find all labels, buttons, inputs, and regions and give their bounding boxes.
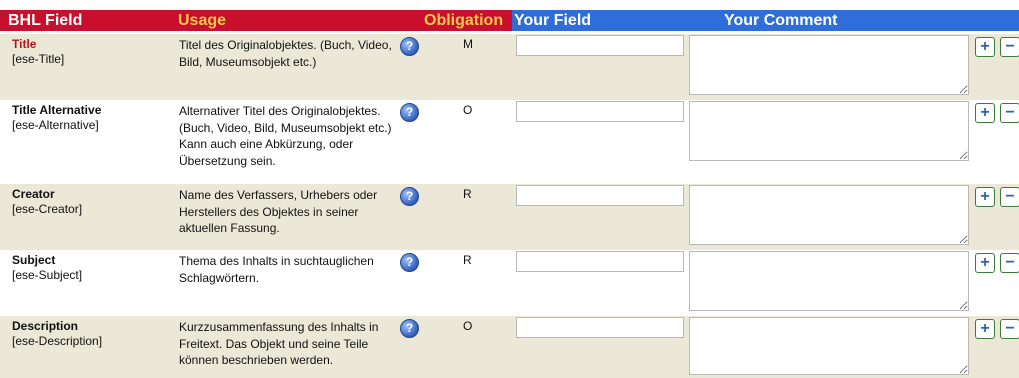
- obligation-value: R: [463, 253, 472, 267]
- field-code: [ese-Alternative]: [12, 118, 99, 132]
- obligation-value: O: [463, 319, 473, 333]
- minus-icon[interactable]: −: [1000, 319, 1019, 339]
- your-field-input[interactable]: [516, 101, 684, 122]
- header-your-field: Your Field: [514, 12, 592, 29]
- minus-icon[interactable]: −: [1000, 187, 1019, 207]
- usage-text: Name des Verfassers, Urhebers oder Herst…: [179, 188, 378, 235]
- question-icon[interactable]: ?: [400, 103, 419, 122]
- obligation-value: R: [463, 187, 472, 201]
- plus-icon[interactable]: +: [975, 253, 995, 273]
- question-icon[interactable]: ?: [400, 253, 419, 272]
- usage-text: Kurzzusammenfassung des Inhalts in Freit…: [179, 320, 379, 367]
- usage-text: Thema des Inhalts in suchtauglichen Schl…: [179, 254, 374, 285]
- your-field-input[interactable]: [516, 317, 684, 338]
- table-row: Description [ese-Description] Kurzzusamm…: [0, 316, 1019, 378]
- table-row: Title Alternative [ese-Alternative] Alte…: [0, 100, 1019, 184]
- field-code: [ese-Title]: [12, 52, 65, 66]
- field-name: Title Alternative: [12, 103, 102, 117]
- field-code: [ese-Description]: [12, 334, 103, 348]
- question-icon[interactable]: ?: [400, 37, 419, 56]
- header-obligation: Obligation: [424, 12, 504, 29]
- your-comment-input[interactable]: [689, 317, 969, 375]
- minus-icon[interactable]: −: [1000, 103, 1019, 123]
- your-comment-input[interactable]: [689, 35, 969, 95]
- usage-text: Titel des Originalobjektes. (Buch, Video…: [179, 38, 392, 69]
- field-code: [ese-Creator]: [12, 202, 83, 216]
- field-name: Creator: [12, 187, 55, 201]
- plus-icon[interactable]: +: [975, 103, 995, 123]
- field-name: Description: [12, 319, 79, 333]
- field-name: Title: [12, 37, 37, 51]
- minus-icon[interactable]: −: [1000, 37, 1019, 57]
- usage-text: Alternativer Titel des Originalobjektes.…: [179, 104, 392, 168]
- plus-icon[interactable]: +: [975, 319, 995, 339]
- field-name: Subject: [12, 253, 56, 267]
- field-code: [ese-Subject]: [12, 268, 83, 282]
- obligation-value: M: [463, 37, 473, 51]
- your-comment-input[interactable]: [689, 185, 969, 245]
- question-icon[interactable]: ?: [400, 187, 419, 206]
- plus-icon[interactable]: +: [975, 187, 995, 207]
- table-row: Title [ese-Title] Titel des Originalobje…: [0, 34, 1019, 100]
- your-comment-input[interactable]: [689, 101, 969, 161]
- your-comment-input[interactable]: [689, 251, 969, 311]
- header-usage: Usage: [178, 12, 227, 29]
- your-field-input[interactable]: [516, 35, 684, 56]
- header-your-comment: Your Comment: [724, 12, 838, 29]
- table-row: Subject [ese-Subject] Thema des Inhalts …: [0, 250, 1019, 316]
- table-row: Creator [ese-Creator] Name des Verfasser…: [0, 184, 1019, 250]
- obligation-value: O: [463, 103, 473, 117]
- plus-icon[interactable]: +: [975, 37, 995, 57]
- minus-icon[interactable]: −: [1000, 253, 1019, 273]
- your-field-input[interactable]: [516, 251, 684, 272]
- header-bhl-field: BHL Field: [8, 12, 83, 29]
- your-field-input[interactable]: [516, 185, 684, 206]
- question-icon[interactable]: ?: [400, 319, 419, 338]
